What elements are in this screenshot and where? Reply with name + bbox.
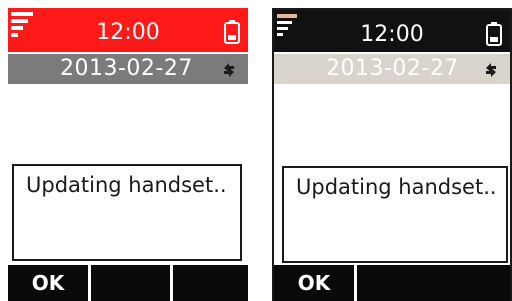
message-box: Updating handset.. xyxy=(12,164,242,261)
softkey-right[interactable] xyxy=(173,265,248,301)
clock-time: 12:00 xyxy=(360,22,424,47)
status-bar: 12:00 xyxy=(8,8,248,52)
date-text: 2013-02-27 xyxy=(326,56,459,81)
sync-icon xyxy=(222,61,236,83)
status-bar: 12:00 xyxy=(274,10,510,52)
softkey-ok[interactable]: OK xyxy=(8,265,88,301)
sync-icon xyxy=(484,61,498,83)
handset-screen-red: 12:00 2013-02-27 Updating handset.. OK xyxy=(8,8,248,301)
softkey-ok[interactable]: OK xyxy=(274,265,354,301)
softkey-bar: OK xyxy=(8,265,248,301)
status-message: Updating handset.. xyxy=(296,175,497,199)
date-text: 2013-02-27 xyxy=(60,56,193,81)
status-message: Updating handset.. xyxy=(26,173,227,197)
clock-time: 12:00 xyxy=(96,20,160,45)
softkey-right[interactable] xyxy=(357,265,510,301)
message-box: Updating handset.. xyxy=(282,166,508,263)
softkey-bar: OK xyxy=(274,265,510,301)
handset-screen-dark: 12:00 2013-02-27 Updating handset.. OK xyxy=(272,8,512,301)
battery-icon xyxy=(486,22,502,50)
date-bar: 2013-02-27 xyxy=(8,54,248,84)
date-bar: 2013-02-27 xyxy=(274,54,510,84)
battery-icon xyxy=(224,20,240,48)
softkey-middle[interactable] xyxy=(91,265,170,301)
